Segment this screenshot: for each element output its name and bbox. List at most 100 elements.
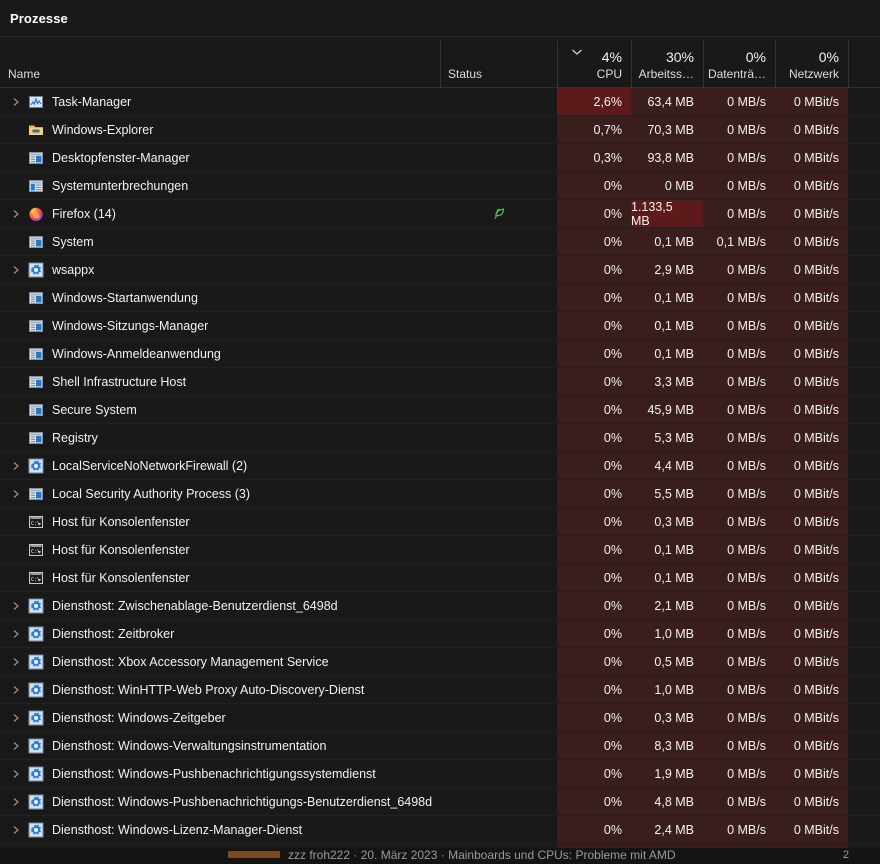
table-row[interactable]: Shell Infrastructure Host 0% 3,3 MB 0 MB/s 0… — [0, 368, 880, 396]
expand-chevron-icon[interactable] — [8, 704, 24, 731]
expand-chevron-icon[interactable] — [8, 452, 24, 479]
expand-chevron-icon[interactable] — [8, 844, 24, 864]
table-row[interactable]: Diensthost: Zwischenablage-Benutzerdiens… — [0, 592, 880, 620]
process-name-label: Windows-Sitzungs-Manager — [52, 318, 209, 333]
table-row[interactable]: Diensthost: Windows-Pushbenachrichtigung… — [0, 788, 880, 816]
column-divider[interactable] — [440, 41, 441, 87]
table-row[interactable]: Windows-Sitzungs-Manager 0% 0,1 MB 0 MB/s 0 … — [0, 312, 880, 340]
process-name-cell[interactable]: C:\ Host für Konsolenfenster — [0, 536, 440, 563]
table-row[interactable]: Diensthost: Windows-Ereignisprotokoll 0% 8… — [0, 844, 880, 864]
column-divider[interactable] — [703, 41, 704, 87]
process-name-cell[interactable]: Windows-Sitzungs-Manager — [0, 312, 440, 339]
expand-chevron-icon[interactable] — [8, 732, 24, 759]
table-row[interactable]: C:\ Host für Konsolenfenster 0% 0,1 MB 0 MB/… — [0, 536, 880, 564]
row-spacer — [848, 284, 880, 311]
expand-chevron-icon[interactable] — [8, 760, 24, 787]
column-header-network-percent: 0% — [818, 49, 839, 65]
table-row[interactable]: C:\ Host für Konsolenfenster 0% 0,1 MB 0 MB/… — [0, 564, 880, 592]
process-name-cell[interactable]: wsappx — [0, 256, 440, 283]
disk-cell: 0 MB/s — [703, 704, 775, 731]
column-divider[interactable] — [848, 41, 849, 87]
expand-chevron-icon[interactable] — [8, 256, 24, 283]
process-name-cell[interactable]: Diensthost: Zeitbroker — [0, 620, 440, 647]
disk-cell: 0 MB/s — [703, 816, 775, 843]
network-value: 0 MBit/s — [793, 738, 839, 753]
table-row[interactable]: C:\ Host für Konsolenfenster 0% 0,3 MB 0 MB/… — [0, 508, 880, 536]
status-cell — [440, 452, 557, 479]
network-cell: 0 MBit/s — [775, 172, 848, 199]
expand-chevron-icon[interactable] — [8, 480, 24, 507]
column-header-name[interactable]: Name — [0, 37, 440, 87]
table-row[interactable]: Windows-Startanwendung 0% 0,1 MB 0 MB/s 0 MB… — [0, 284, 880, 312]
table-row[interactable]: Diensthost: Windows-Lizenz-Manager-Diens… — [0, 816, 880, 844]
column-header-memory[interactable]: 30% Arbeitss… — [631, 37, 703, 87]
table-row[interactable]: Windows-Explorer 0,7% 70,3 MB 0 MB/s 0 MBit/… — [0, 116, 880, 144]
process-name-cell[interactable]: Diensthost: Windows-Zeitgeber — [0, 704, 440, 731]
column-divider[interactable] — [557, 41, 558, 87]
process-name-cell[interactable]: Local Security Authority Process (3) — [0, 480, 440, 507]
process-name-cell[interactable]: C:\ Host für Konsolenfenster — [0, 564, 440, 591]
expand-chevron-icon[interactable] — [8, 788, 24, 815]
table-row[interactable]: Diensthost: Windows-Pushbenachrichtigung… — [0, 760, 880, 788]
table-row[interactable]: Task-Manager 2,6% 63,4 MB 0 MB/s 0 MBit/s — [0, 88, 880, 116]
table-row[interactable]: Diensthost: Zeitbroker 0% 1,0 MB 0 MB/s 0 MB… — [0, 620, 880, 648]
table-row[interactable]: Diensthost: Windows-Zeitgeber 0% 0,3 MB 0 M… — [0, 704, 880, 732]
process-name-cell[interactable]: Task-Manager — [0, 88, 440, 115]
expand-chevron-icon[interactable] — [8, 88, 24, 115]
table-row[interactable]: Firefox (14) 0% 1.133,5 MB 0 MB/s 0 MBit/s — [0, 200, 880, 228]
process-name-cell[interactable]: Diensthost: Windows-Lizenz-Manager-Diens… — [0, 816, 440, 843]
row-spacer — [848, 844, 880, 864]
expand-chevron-icon[interactable] — [8, 620, 24, 647]
process-name-cell[interactable]: Diensthost: Windows-Pushbenachrichtigung… — [0, 760, 440, 787]
disk-value: 0 MB/s — [727, 710, 766, 725]
table-row[interactable]: Diensthost: Windows-Verwaltungsinstrumen… — [0, 732, 880, 760]
expand-chevron-icon[interactable] — [8, 200, 24, 227]
process-name-cell[interactable]: System — [0, 228, 440, 255]
table-row[interactable]: Diensthost: WinHTTP-Web Proxy Auto-Disco… — [0, 676, 880, 704]
process-name-cell[interactable]: Windows-Startanwendung — [0, 284, 440, 311]
process-name-cell[interactable]: Shell Infrastructure Host — [0, 368, 440, 395]
process-name-cell[interactable]: Windows-Explorer — [0, 116, 440, 143]
column-divider[interactable] — [775, 41, 776, 87]
expand-chevron-icon[interactable] — [8, 816, 24, 843]
table-row[interactable]: LocalServiceNoNetworkFirewall (2) 0% 4,4 M… — [0, 452, 880, 480]
process-name-cell[interactable]: Windows-Anmeldeanwendung — [0, 340, 440, 367]
process-name-cell[interactable]: Firefox (14) — [0, 200, 440, 227]
process-name-cell[interactable]: Diensthost: Windows-Ereignisprotokoll — [0, 844, 440, 864]
table-row[interactable]: wsappx 0% 2,9 MB 0 MB/s 0 MBit/s — [0, 256, 880, 284]
network-value: 0 MBit/s — [793, 318, 839, 333]
process-name-cell[interactable]: Registry — [0, 424, 440, 451]
process-name-cell[interactable]: Systemunterbrechungen — [0, 172, 440, 199]
table-row[interactable]: Secure System 0% 45,9 MB 0 MB/s 0 MBit/s — [0, 396, 880, 424]
expand-chevron-icon[interactable] — [8, 676, 24, 703]
process-name-cell[interactable]: Diensthost: Xbox Accessory Management Se… — [0, 648, 440, 675]
disk-value: 0,1 MB/s — [716, 234, 766, 249]
process-name-cell[interactable]: C:\ Host für Konsolenfenster — [0, 508, 440, 535]
process-name-cell[interactable]: Diensthost: Zwischenablage-Benutzerdiens… — [0, 592, 440, 619]
process-name-cell[interactable]: LocalServiceNoNetworkFirewall (2) — [0, 452, 440, 479]
process-name-cell[interactable]: Secure System — [0, 396, 440, 423]
table-row[interactable]: Windows-Anmeldeanwendung 0% 0,1 MB 0 MB/s 0 … — [0, 340, 880, 368]
row-spacer — [848, 704, 880, 731]
table-row[interactable]: Registry 0% 5,3 MB 0 MB/s 0 MBit/s — [0, 424, 880, 452]
column-header-memory-percent: 30% — [665, 49, 694, 65]
process-name-cell[interactable]: Diensthost: Windows-Verwaltungsinstrumen… — [0, 732, 440, 759]
process-name-cell[interactable]: Diensthost: Windows-Pushbenachrichtigung… — [0, 788, 440, 815]
table-row[interactable]: Diensthost: Xbox Accessory Management Se… — [0, 648, 880, 676]
table-row[interactable]: Desktopfenster-Manager 0,3% 93,8 MB 0 MB/s 0… — [0, 144, 880, 172]
table-row[interactable]: Local Security Authority Process (3) 0% 5,… — [0, 480, 880, 508]
column-header-status[interactable]: Status — [440, 37, 557, 87]
column-header-cpu[interactable]: 4% CPU — [557, 37, 631, 87]
table-row[interactable]: System 0% 0,1 MB 0,1 MB/s 0 MBit/s — [0, 228, 880, 256]
disk-cell: 0 MB/s — [703, 88, 775, 115]
gear-icon — [28, 458, 44, 474]
process-name-cell[interactable]: Diensthost: WinHTTP-Web Proxy Auto-Disco… — [0, 676, 440, 703]
table-row[interactable]: Systemunterbrechungen 0% 0 MB 0 MB/s 0 MBit/… — [0, 172, 880, 200]
network-cell: 0 MBit/s — [775, 732, 848, 759]
column-divider[interactable] — [631, 41, 632, 87]
expand-chevron-icon[interactable] — [8, 592, 24, 619]
column-header-disk[interactable]: 0% Datenträ… — [703, 37, 775, 87]
process-name-cell[interactable]: Desktopfenster-Manager — [0, 144, 440, 171]
expand-chevron-icon[interactable] — [8, 648, 24, 675]
column-header-network[interactable]: 0% Netzwerk — [775, 37, 848, 87]
